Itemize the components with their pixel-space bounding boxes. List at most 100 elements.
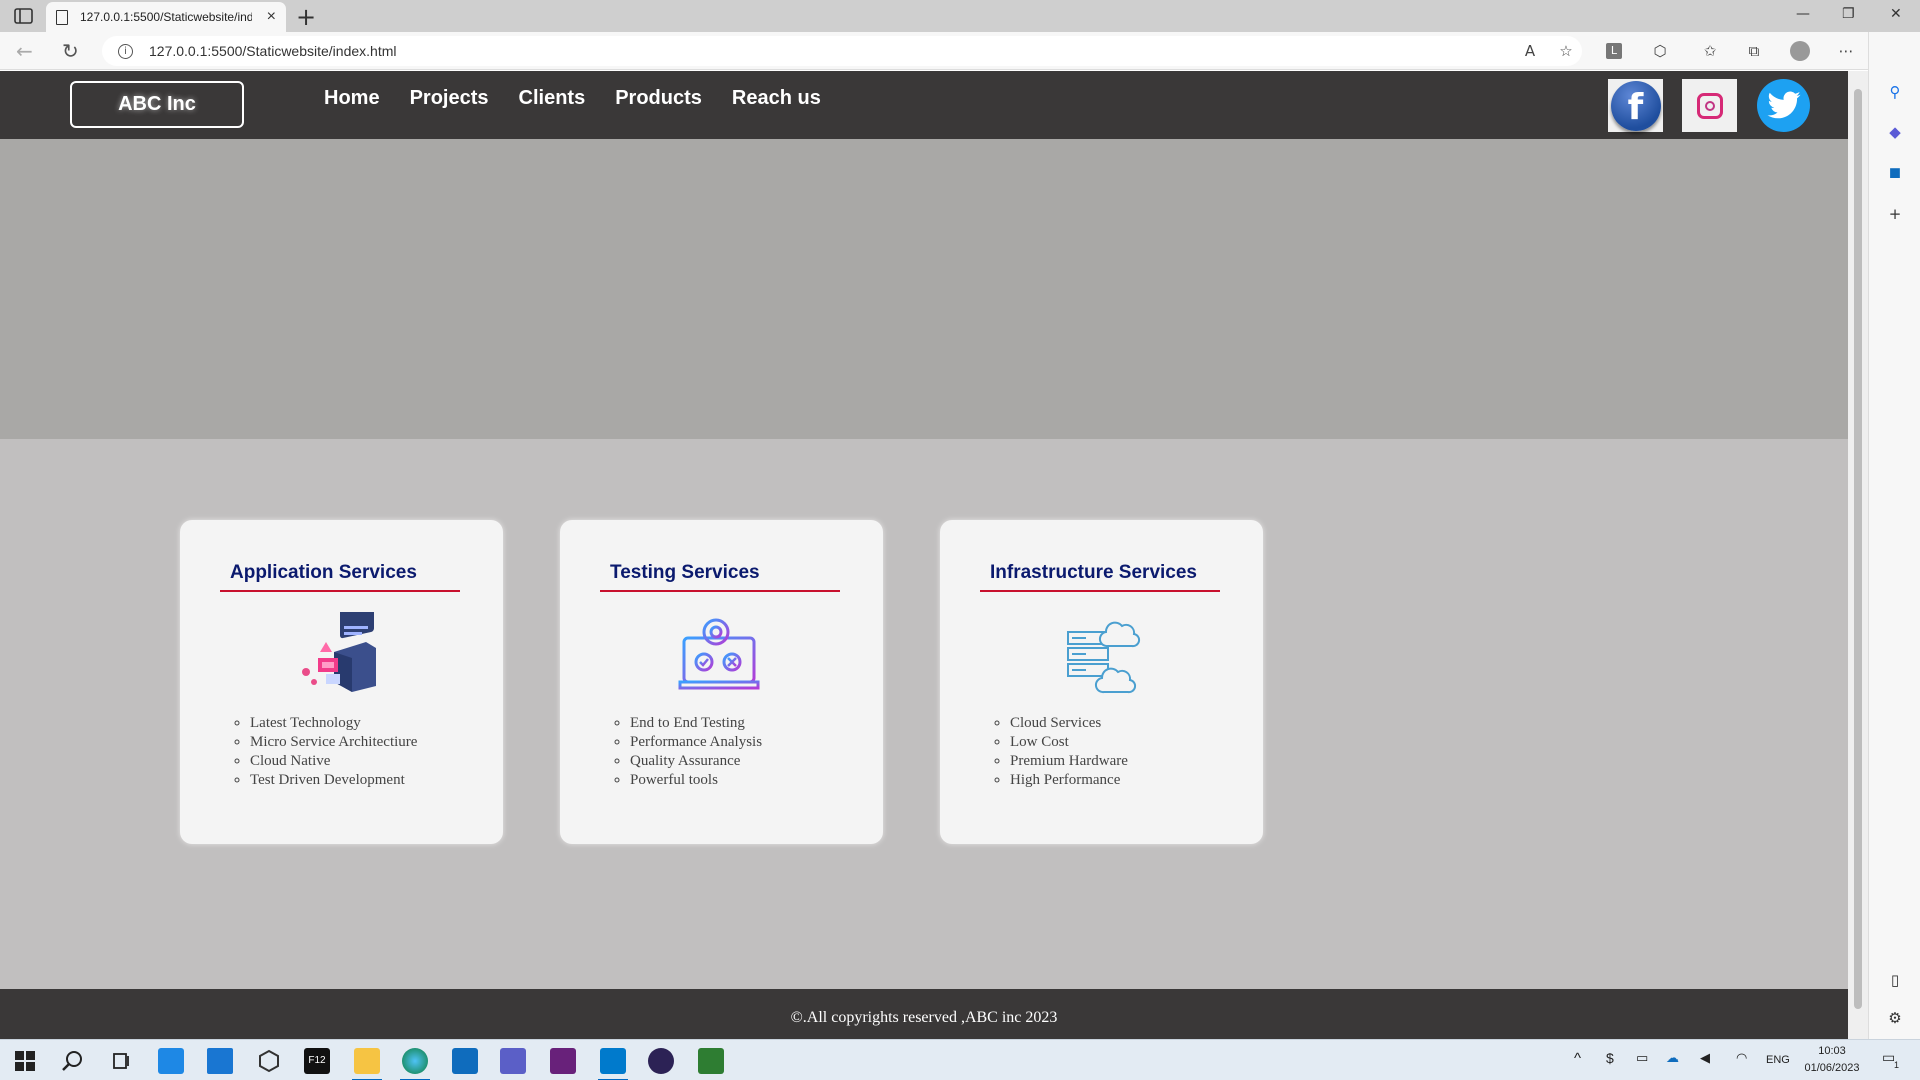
developer-illustration-icon	[302, 612, 376, 692]
twitter-icon	[1757, 79, 1810, 132]
minimize-button[interactable]: —	[1796, 6, 1810, 22]
taskbar: F12 ^ $ ▭ ☁ ◀ ◠ ENG 10:03 01/06/2023 ▭ 1	[0, 1039, 1920, 1080]
restore-button[interactable]: ❐	[1842, 6, 1855, 22]
battery-icon[interactable]: ▭	[1636, 1050, 1648, 1066]
file-explorer-icon[interactable]	[354, 1048, 380, 1074]
app-cube-icon[interactable]	[256, 1048, 282, 1074]
outlook-icon[interactable]: ◼	[1885, 162, 1905, 182]
list-item: Performance Analysis	[630, 733, 762, 752]
card-feature-list: Latest Technology Micro Service Architec…	[250, 714, 417, 790]
search-taskbar-icon[interactable]	[60, 1048, 86, 1074]
extensions-icon[interactable]: ⬡	[1650, 41, 1670, 61]
collections-icon[interactable]: ⧉	[1744, 41, 1764, 61]
list-item: Micro Service Architectiure	[250, 733, 417, 752]
facebook-icon: f	[1610, 80, 1661, 131]
f12-tool-icon[interactable]: F12	[304, 1048, 330, 1074]
add-icon[interactable]: +	[1885, 204, 1905, 224]
eclipse-icon[interactable]	[648, 1048, 674, 1074]
logo-button[interactable]: ABC Inc	[70, 81, 244, 128]
list-item: Test Driven Development	[250, 771, 417, 790]
tray-dollar-icon[interactable]: $	[1606, 1050, 1614, 1066]
card-feature-list: End to End Testing Performance Analysis …	[630, 714, 762, 790]
refresh-icon[interactable]: ↻	[62, 39, 79, 63]
profile-icon[interactable]	[1790, 41, 1810, 61]
edge-sidebar: ⚲ ◆ ◼ + ▯ ⚙	[1868, 32, 1920, 1039]
scrollbar-thumb[interactable]	[1854, 89, 1862, 1009]
nav-products[interactable]: Products	[615, 87, 702, 110]
page-viewport: ABC Inc Home Projects Clients Products R…	[0, 71, 1848, 1039]
address-bar[interactable]: i 127.0.0.1:5500/Staticwebsite/index.htm…	[102, 36, 1582, 66]
list-item: Cloud Native	[250, 752, 417, 771]
volume-icon[interactable]: ◀	[1700, 1050, 1710, 1066]
main-nav: Home Projects Clients Products Reach us	[324, 87, 821, 110]
list-item: Quality Assurance	[630, 752, 762, 771]
page-icon	[56, 9, 68, 25]
list-item: Cloud Services	[1010, 714, 1128, 733]
site-info-icon[interactable]: i	[118, 43, 133, 59]
clock-time[interactable]: 10:03	[1802, 1045, 1862, 1057]
nav-clients[interactable]: Clients	[519, 87, 586, 110]
instagram-icon	[1696, 92, 1723, 119]
nav-home[interactable]: Home	[324, 87, 380, 110]
edge-browser-icon[interactable]	[402, 1048, 428, 1074]
mail-icon[interactable]	[207, 1048, 233, 1074]
read-aloud-icon[interactable]: A	[1520, 41, 1540, 61]
address-row: ← ↻ i 127.0.0.1:5500/Staticwebsite/index…	[0, 32, 1920, 70]
card-title: Application Services	[230, 562, 417, 583]
site-header: ABC Inc Home Projects Clients Products R…	[0, 71, 1848, 169]
teams-icon[interactable]	[500, 1048, 526, 1074]
settings-icon[interactable]: ⚙	[1885, 1008, 1905, 1028]
vscode-icon[interactable]	[600, 1048, 626, 1074]
card-underline	[600, 590, 840, 592]
list-item: End to End Testing	[630, 714, 762, 733]
card-feature-list: Cloud Services Low Cost Premium Hardware…	[1010, 714, 1128, 790]
windows-start-icon[interactable]	[12, 1048, 38, 1074]
hero-banner	[0, 139, 1848, 439]
close-window-button[interactable]: ✕	[1890, 6, 1902, 22]
tools-icon[interactable]: ◆	[1885, 122, 1905, 142]
list-item: Latest Technology	[250, 714, 417, 733]
tray-chevron-icon[interactable]: ^	[1574, 1050, 1581, 1067]
list-item: High Performance	[1010, 771, 1128, 790]
testing-laptop-gear-icon	[678, 618, 760, 690]
clock-date[interactable]: 01/06/2023	[1802, 1062, 1862, 1074]
new-tab-button[interactable]: +	[296, 3, 316, 31]
screen: 127.0.0.1:5500/Staticwebsite/index.html …	[0, 0, 1920, 1080]
search-icon[interactable]: ⚲	[1885, 82, 1905, 102]
tab-actions-icon[interactable]	[12, 7, 36, 25]
tab-title: 127.0.0.1:5500/Staticwebsite/index.html	[80, 10, 252, 24]
favorites-icon[interactable]: ✩	[1700, 41, 1720, 61]
url-text[interactable]: 127.0.0.1:5500/Staticwebsite/index.html	[149, 43, 397, 59]
add-favorite-icon[interactable]: ☆	[1556, 41, 1576, 61]
card-title: Infrastructure Services	[990, 562, 1197, 583]
visual-studio-icon[interactable]	[550, 1048, 576, 1074]
list-item: Premium Hardware	[1010, 752, 1128, 771]
browser-tab[interactable]: 127.0.0.1:5500/Staticwebsite/index.html …	[46, 2, 286, 32]
hide-sidebar-icon[interactable]: ▯	[1885, 970, 1905, 990]
list-item: Low Cost	[1010, 733, 1128, 752]
wifi-icon[interactable]: ◠	[1736, 1050, 1747, 1066]
tab-close-icon[interactable]: ×	[267, 8, 276, 26]
notification-count: 1	[1894, 1060, 1900, 1070]
extension-l-icon[interactable]: L	[1606, 43, 1622, 59]
store-icon[interactable]	[158, 1048, 184, 1074]
outlook-taskbar-icon[interactable]	[452, 1048, 478, 1074]
language-indicator[interactable]: ENG	[1766, 1054, 1790, 1066]
list-item: Powerful tools	[630, 771, 762, 790]
service-card-infrastructure: Infrastructure Services Cloud Services L…	[940, 520, 1263, 844]
media-app-icon[interactable]	[698, 1048, 724, 1074]
page-scrollbar[interactable]	[1848, 71, 1868, 1039]
instagram-link[interactable]	[1682, 79, 1737, 132]
twitter-link[interactable]	[1756, 79, 1811, 132]
more-icon[interactable]: ⋯	[1836, 41, 1856, 61]
tab-strip: 127.0.0.1:5500/Staticwebsite/index.html …	[0, 0, 1920, 32]
service-card-testing: Testing Services End to End Testing Perf…	[560, 520, 883, 844]
back-arrow-icon[interactable]: ←	[16, 39, 33, 63]
site-footer: ©.All copyrights reserved ,ABC inc 2023	[0, 989, 1848, 1039]
task-view-icon[interactable]	[108, 1048, 134, 1074]
service-card-application: Application Services Latest Techn	[180, 520, 503, 844]
nav-projects[interactable]: Projects	[410, 87, 489, 110]
facebook-link[interactable]: f	[1608, 79, 1663, 132]
nav-reach-us[interactable]: Reach us	[732, 87, 821, 110]
onedrive-icon[interactable]: ☁	[1666, 1050, 1679, 1066]
